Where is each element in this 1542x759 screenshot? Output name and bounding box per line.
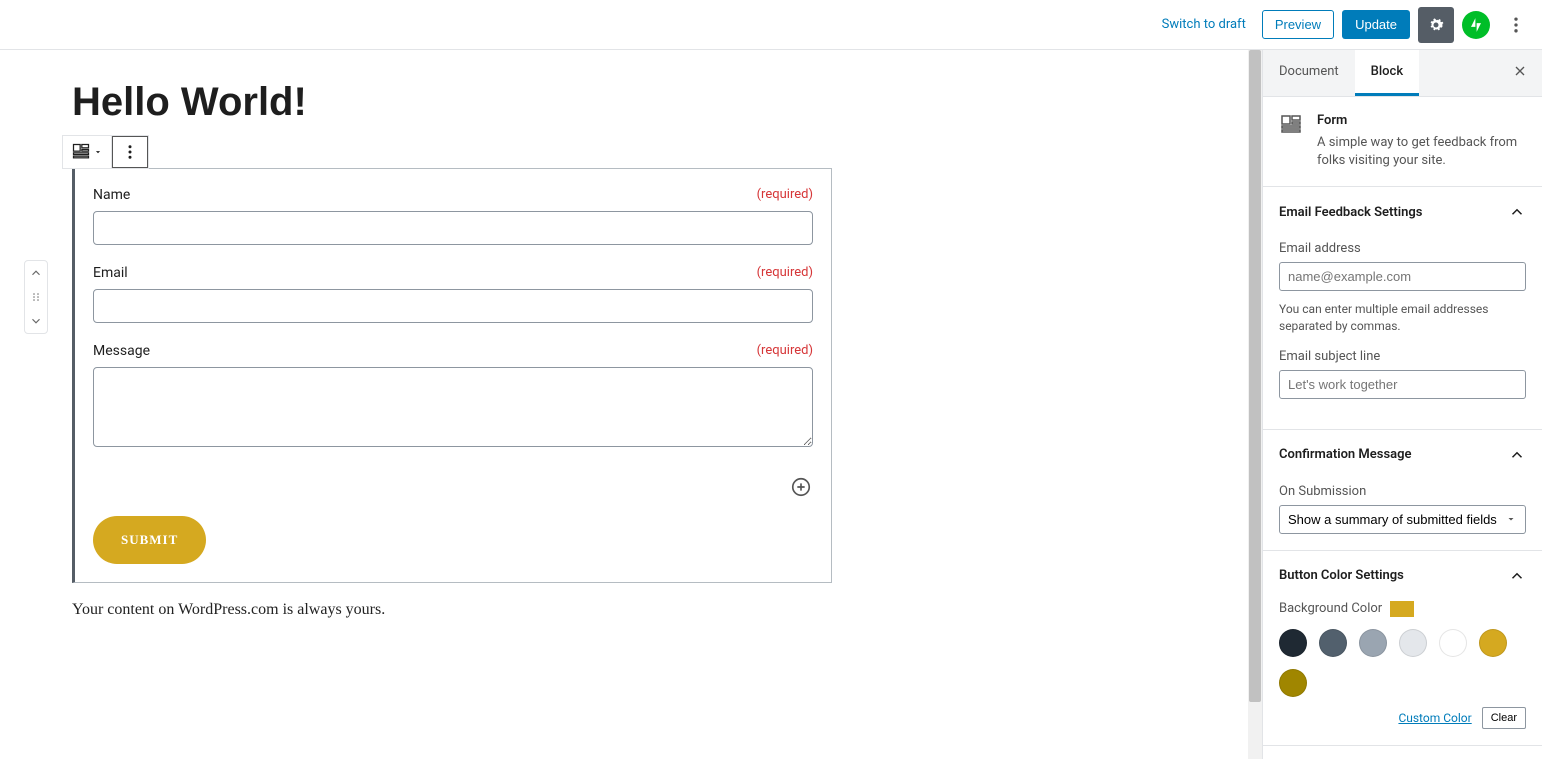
editor-scrollbar[interactable]	[1248, 50, 1262, 759]
panel-title: Email Feedback Settings	[1279, 205, 1422, 220]
editor-canvas[interactable]: Hello World! Name (required)	[0, 50, 1248, 759]
form-block-icon	[71, 142, 91, 162]
chevron-up-icon	[1508, 446, 1526, 464]
more-vertical-icon	[121, 143, 139, 161]
on-submission-label: On Submission	[1279, 484, 1526, 499]
color-option[interactable]	[1479, 629, 1507, 657]
color-option[interactable]	[1439, 629, 1467, 657]
current-color-swatch	[1390, 601, 1414, 617]
tab-block[interactable]: Block	[1355, 50, 1419, 96]
update-button[interactable]: Update	[1342, 10, 1410, 39]
clear-color-button[interactable]: Clear	[1482, 707, 1526, 729]
form-field-name: Name (required)	[93, 187, 813, 245]
panel-header-email[interactable]: Email Feedback Settings	[1263, 187, 1542, 237]
color-option[interactable]	[1399, 629, 1427, 657]
submit-button[interactable]: SUBMIT	[93, 516, 206, 564]
plus-circle-icon	[790, 476, 812, 498]
close-icon	[1512, 63, 1528, 79]
preview-button[interactable]: Preview	[1262, 10, 1334, 39]
subject-line-label: Email subject line	[1279, 349, 1526, 364]
custom-color-link[interactable]: Custom Color	[1398, 711, 1471, 725]
message-textarea[interactable]	[93, 367, 813, 447]
block-desc-text: A simple way to get feedback from folks …	[1317, 134, 1526, 170]
email-input[interactable]	[93, 289, 813, 323]
move-up-button[interactable]	[25, 261, 47, 285]
on-submission-select[interactable]: Show a summary of submitted fields	[1279, 505, 1526, 534]
required-indicator: (required)	[757, 343, 813, 359]
switch-to-draft-link[interactable]: Switch to draft	[1162, 17, 1246, 32]
close-sidebar-button[interactable]	[1498, 51, 1542, 95]
form-block-icon	[1279, 113, 1303, 137]
subject-line-input[interactable]	[1279, 370, 1526, 399]
email-help-text: You can enter multiple email addresses s…	[1279, 301, 1526, 335]
page-title[interactable]: Hello World!	[72, 80, 832, 125]
settings-button[interactable]	[1418, 7, 1454, 43]
sidebar-tabs: Document Block	[1263, 50, 1542, 97]
name-input[interactable]	[93, 211, 813, 245]
chevron-down-icon	[93, 147, 103, 157]
block-toolbar	[62, 135, 149, 169]
required-indicator: (required)	[757, 187, 813, 203]
required-indicator: (required)	[757, 265, 813, 281]
form-block[interactable]: Name (required) Email (required) Message	[72, 168, 832, 583]
settings-sidebar: Document Block Form A simple way to get …	[1262, 50, 1542, 759]
form-field-message: Message (required)	[93, 343, 813, 451]
gear-icon	[1426, 15, 1446, 35]
form-field-email: Email (required)	[93, 265, 813, 323]
move-down-button[interactable]	[25, 309, 47, 333]
color-option[interactable]	[1319, 629, 1347, 657]
tab-document[interactable]: Document	[1263, 50, 1355, 96]
field-label: Name	[93, 187, 130, 203]
panel-confirmation: Confirmation Message On Submission Show …	[1263, 430, 1542, 551]
more-vertical-icon	[1506, 15, 1526, 35]
block-mover	[24, 260, 48, 334]
drag-handle[interactable]	[25, 285, 47, 309]
jetpack-button[interactable]	[1462, 11, 1490, 39]
panel-header-confirmation[interactable]: Confirmation Message	[1263, 430, 1542, 480]
panel-header-button-color[interactable]: Button Color Settings	[1263, 551, 1542, 601]
add-field-button[interactable]	[789, 475, 813, 499]
field-label: Message	[93, 343, 150, 359]
panel-title: Confirmation Message	[1279, 447, 1412, 462]
block-more-button[interactable]	[112, 136, 148, 168]
bg-color-label: Background Color	[1279, 601, 1382, 616]
color-option[interactable]	[1279, 669, 1307, 697]
more-options-button[interactable]	[1498, 7, 1534, 43]
jetpack-icon	[1466, 15, 1486, 35]
chevron-up-icon	[1508, 567, 1526, 585]
block-type-button[interactable]	[63, 136, 112, 168]
color-palette	[1279, 629, 1526, 697]
block-description: Form A simple way to get feedback from f…	[1263, 97, 1542, 187]
field-label: Email	[93, 265, 128, 281]
panel-email-feedback: Email Feedback Settings Email address Yo…	[1263, 187, 1542, 430]
email-address-input[interactable]	[1279, 262, 1526, 291]
block-name: Form	[1317, 113, 1526, 128]
chevron-up-icon	[1508, 203, 1526, 221]
email-address-label: Email address	[1279, 241, 1526, 256]
color-option[interactable]	[1359, 629, 1387, 657]
footer-note[interactable]: Your content on WordPress.com is always …	[72, 601, 832, 619]
panel-title: Button Color Settings	[1279, 568, 1404, 583]
color-option[interactable]	[1279, 629, 1307, 657]
top-toolbar: Switch to draft Preview Update	[0, 0, 1542, 50]
panel-button-color: Button Color Settings Background Color C…	[1263, 551, 1542, 746]
